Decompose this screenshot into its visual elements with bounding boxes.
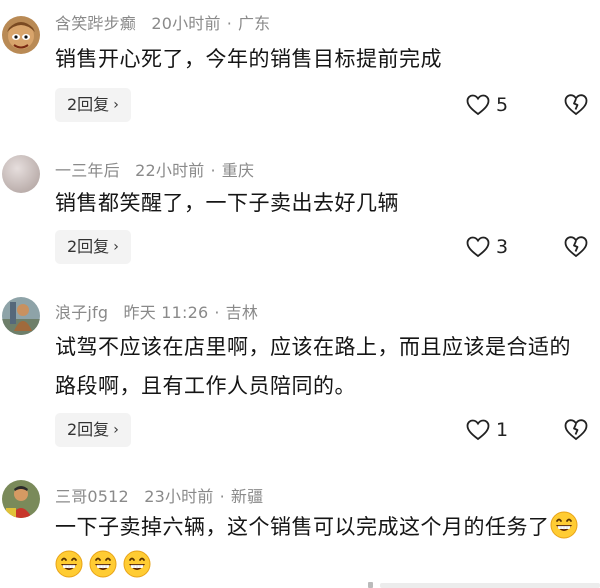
comment-text: 试驾不应该在店里啊，应该在路上，而且应该是合适的路段啊，且有工作人员陪同的。 bbox=[55, 335, 571, 398]
comment-text: 销售都笑醒了，一下子卖出去好几辆 bbox=[55, 191, 399, 215]
avatar[interactable] bbox=[2, 155, 40, 193]
comment-text: 销售开心死了，今年的销售目标提前完成 bbox=[55, 47, 442, 71]
username[interactable]: 一三年后 bbox=[55, 161, 120, 180]
location: 新疆 bbox=[230, 487, 264, 506]
reply-count-label: 2回复 bbox=[67, 420, 110, 439]
grinning-face-icon bbox=[550, 511, 577, 539]
heart-icon bbox=[466, 419, 490, 441]
like-button[interactable]: 1 bbox=[466, 416, 508, 444]
chevron-right-icon: › bbox=[113, 239, 119, 255]
broken-heart-icon[interactable] bbox=[564, 418, 588, 442]
heart-icon bbox=[466, 236, 490, 258]
like-button[interactable]: 3 bbox=[466, 233, 508, 261]
location: 广东 bbox=[237, 14, 271, 33]
broken-heart-icon[interactable] bbox=[564, 93, 588, 117]
grinning-face-icon bbox=[55, 550, 83, 578]
username[interactable]: 三哥0512 bbox=[55, 487, 129, 506]
timestamp: 20小时前 bbox=[151, 14, 221, 33]
timestamp: 22小时前 bbox=[135, 161, 205, 180]
avatar-image bbox=[2, 480, 40, 518]
comment-meta: 含笑跸步癫 20小时前 · 广东 bbox=[55, 10, 270, 34]
comment-meta: 三哥0512 23小时前 · 新疆 bbox=[55, 483, 263, 507]
meta-separator: · bbox=[219, 487, 225, 506]
comment-text-content: 一下子卖掉六辆，这个销售可以完成这个月的任务了 bbox=[55, 515, 550, 539]
comment-text: 一下子卖掉六辆，这个销售可以完成这个月的任务了 bbox=[55, 508, 590, 586]
like-count: 3 bbox=[496, 236, 509, 258]
grinning-face-icon bbox=[89, 550, 117, 578]
view-replies-button[interactable]: 2回复 › bbox=[55, 230, 131, 264]
like-count: 5 bbox=[496, 94, 509, 116]
comment-meta: 浪子jfg 昨天 11:26 · 吉林 bbox=[55, 299, 258, 323]
reply-count-label: 2回复 bbox=[67, 95, 110, 114]
avatar[interactable] bbox=[2, 297, 40, 335]
broken-heart-icon[interactable] bbox=[564, 235, 588, 259]
timestamp: 23小时前 bbox=[144, 487, 214, 506]
chevron-right-icon: › bbox=[113, 97, 119, 113]
view-replies-button[interactable]: 2回复 › bbox=[55, 413, 131, 447]
avatar-image bbox=[2, 155, 40, 193]
avatar-image bbox=[2, 297, 40, 335]
meta-separator: · bbox=[210, 161, 216, 180]
avatar[interactable] bbox=[2, 16, 40, 54]
location: 重庆 bbox=[221, 161, 255, 180]
location: 吉林 bbox=[225, 303, 259, 322]
username[interactable]: 含笑跸步癫 bbox=[55, 14, 136, 33]
heart-icon bbox=[466, 94, 490, 116]
timestamp: 昨天 11:26 bbox=[123, 303, 209, 322]
meta-separator: · bbox=[214, 303, 220, 322]
avatar-image bbox=[2, 16, 40, 54]
comment-meta: 一三年后 22小时前 · 重庆 bbox=[55, 157, 254, 181]
avatar[interactable] bbox=[2, 480, 40, 518]
reply-count-label: 2回复 bbox=[67, 237, 110, 256]
like-button[interactable]: 5 bbox=[466, 91, 508, 119]
next-comment-peek bbox=[368, 582, 600, 588]
like-count: 1 bbox=[496, 419, 509, 441]
chevron-right-icon: › bbox=[113, 422, 119, 438]
grinning-face-icon bbox=[123, 550, 151, 578]
username[interactable]: 浪子jfg bbox=[55, 303, 108, 322]
meta-separator: · bbox=[226, 14, 232, 33]
view-replies-button[interactable]: 2回复 › bbox=[55, 88, 131, 122]
